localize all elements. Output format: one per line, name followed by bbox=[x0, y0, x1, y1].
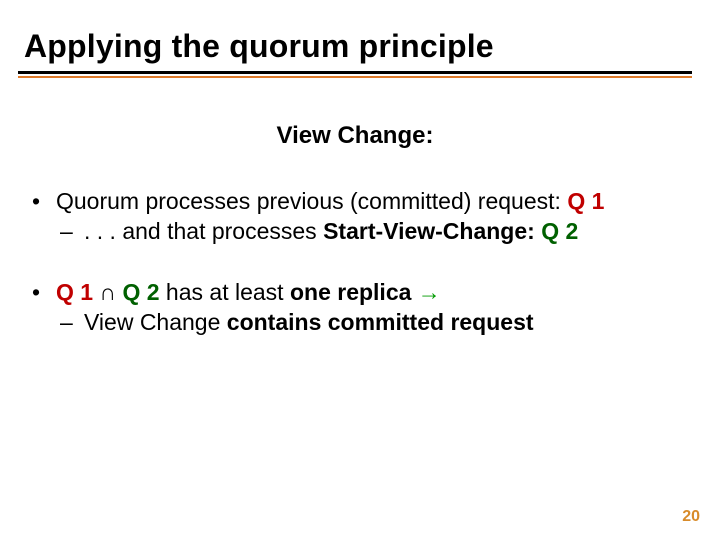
text: View Change bbox=[84, 309, 227, 335]
bullet-2-sub: – View Change contains committed request bbox=[32, 307, 692, 337]
bullet-marker: • bbox=[32, 186, 56, 216]
bullet-marker: • bbox=[32, 277, 56, 307]
arrow-right-icon: → bbox=[418, 279, 441, 305]
bullet-1-text: Quorum processes previous (committed) re… bbox=[56, 186, 604, 216]
bullet-2-sub-text: View Change contains committed request bbox=[84, 307, 534, 337]
page-number: 20 bbox=[682, 508, 700, 526]
q1-label: Q 1 bbox=[56, 279, 93, 305]
bullet-1: • Quorum processes previous (committed) … bbox=[32, 186, 692, 216]
slide-body: • Quorum processes previous (committed) … bbox=[18, 186, 692, 337]
spacer bbox=[32, 247, 692, 277]
dash-marker: – bbox=[60, 307, 84, 337]
bullet-2-text: Q 1 ∩ Q 2 has at least one replica → bbox=[56, 277, 441, 307]
text: Quorum processes previous (committed) re… bbox=[56, 188, 567, 214]
bullet-1-sub: – . . . and that processes Start-View-Ch… bbox=[32, 216, 692, 246]
contains-committed-label: contains committed request bbox=[227, 309, 534, 335]
horizontal-rule-black bbox=[18, 71, 692, 74]
one-replica-label: one replica bbox=[290, 279, 418, 305]
intersection-symbol: ∩ bbox=[93, 279, 122, 305]
horizontal-rule-orange bbox=[18, 76, 692, 78]
slide-subtitle: View Change: bbox=[18, 122, 692, 150]
q1-label: Q 1 bbox=[567, 188, 604, 214]
bullet-2: • Q 1 ∩ Q 2 has at least one replica → bbox=[32, 277, 692, 307]
q2-label: Q 2 bbox=[541, 218, 578, 244]
start-view-change-label: Start-View-Change: bbox=[323, 218, 541, 244]
text: has at least bbox=[160, 279, 290, 305]
text: . . . and that processes bbox=[84, 218, 323, 244]
bullet-1-sub-text: . . . and that processes Start-View-Chan… bbox=[84, 216, 578, 246]
slide: Applying the quorum principle View Chang… bbox=[0, 0, 720, 540]
slide-title: Applying the quorum principle bbox=[18, 28, 692, 65]
q2-label: Q 2 bbox=[122, 279, 159, 305]
dash-marker: – bbox=[60, 216, 84, 246]
